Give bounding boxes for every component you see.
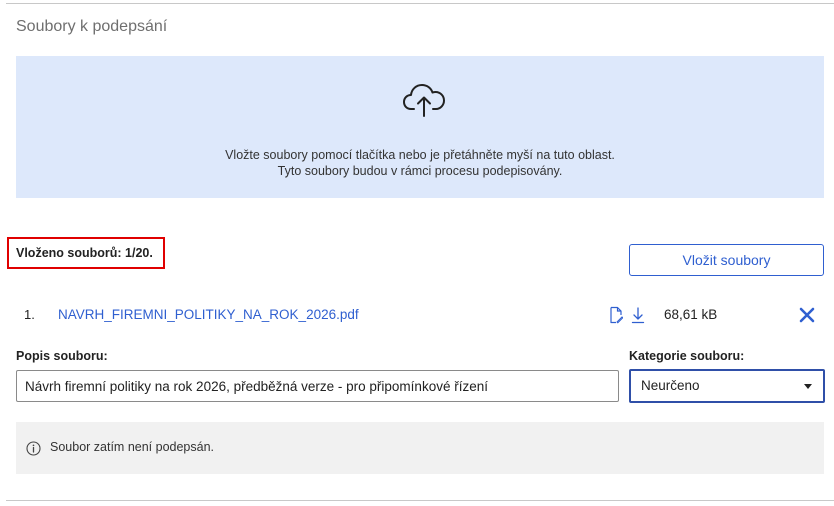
file-counter: Vloženo souborů: 1/20.: [7, 237, 165, 269]
close-icon[interactable]: [798, 306, 816, 324]
dropzone-note: Tyto soubory budou v rámci procesu podep…: [277, 164, 563, 178]
category-select[interactable]: Neurčeno: [629, 369, 825, 403]
caret-down-icon: [804, 384, 812, 389]
category-label: Kategorie souboru:: [629, 349, 745, 363]
top-divider: [6, 3, 834, 4]
bottom-divider: [6, 500, 834, 501]
dropzone-instruction: Vložte soubory pomocí tlačítka nebo je p…: [225, 148, 615, 162]
file-sign-icon[interactable]: [609, 306, 623, 324]
file-name-link[interactable]: NAVRH_FIREMNI_POLITIKY_NA_ROK_2026.pdf: [58, 307, 359, 322]
download-icon[interactable]: [631, 306, 645, 324]
info-icon: [26, 441, 41, 456]
description-field[interactable]: [16, 370, 619, 402]
status-text: Soubor zatím není podepsán.: [50, 440, 215, 454]
cloud-upload-icon: [403, 84, 445, 117]
file-size: 68,61 kB: [664, 307, 718, 322]
section-title: Soubory k podepsání: [16, 18, 168, 35]
file-row: 1. NAVRH_FIREMNI_POLITIKY_NA_ROK_2026.pd…: [0, 304, 834, 326]
description-label: Popis souboru:: [16, 349, 108, 363]
file-signing-panel: Soubory k podepsání Vložte soubory pomoc…: [0, 0, 834, 506]
file-index: 1.: [24, 307, 35, 322]
file-dropzone[interactable]: Vložte soubory pomocí tlačítka nebo je p…: [16, 56, 824, 198]
insert-files-button[interactable]: Vložit soubory: [629, 244, 824, 276]
category-selected-value: Neurčeno: [641, 378, 700, 393]
signature-status: Soubor zatím není podepsán.: [16, 422, 824, 474]
